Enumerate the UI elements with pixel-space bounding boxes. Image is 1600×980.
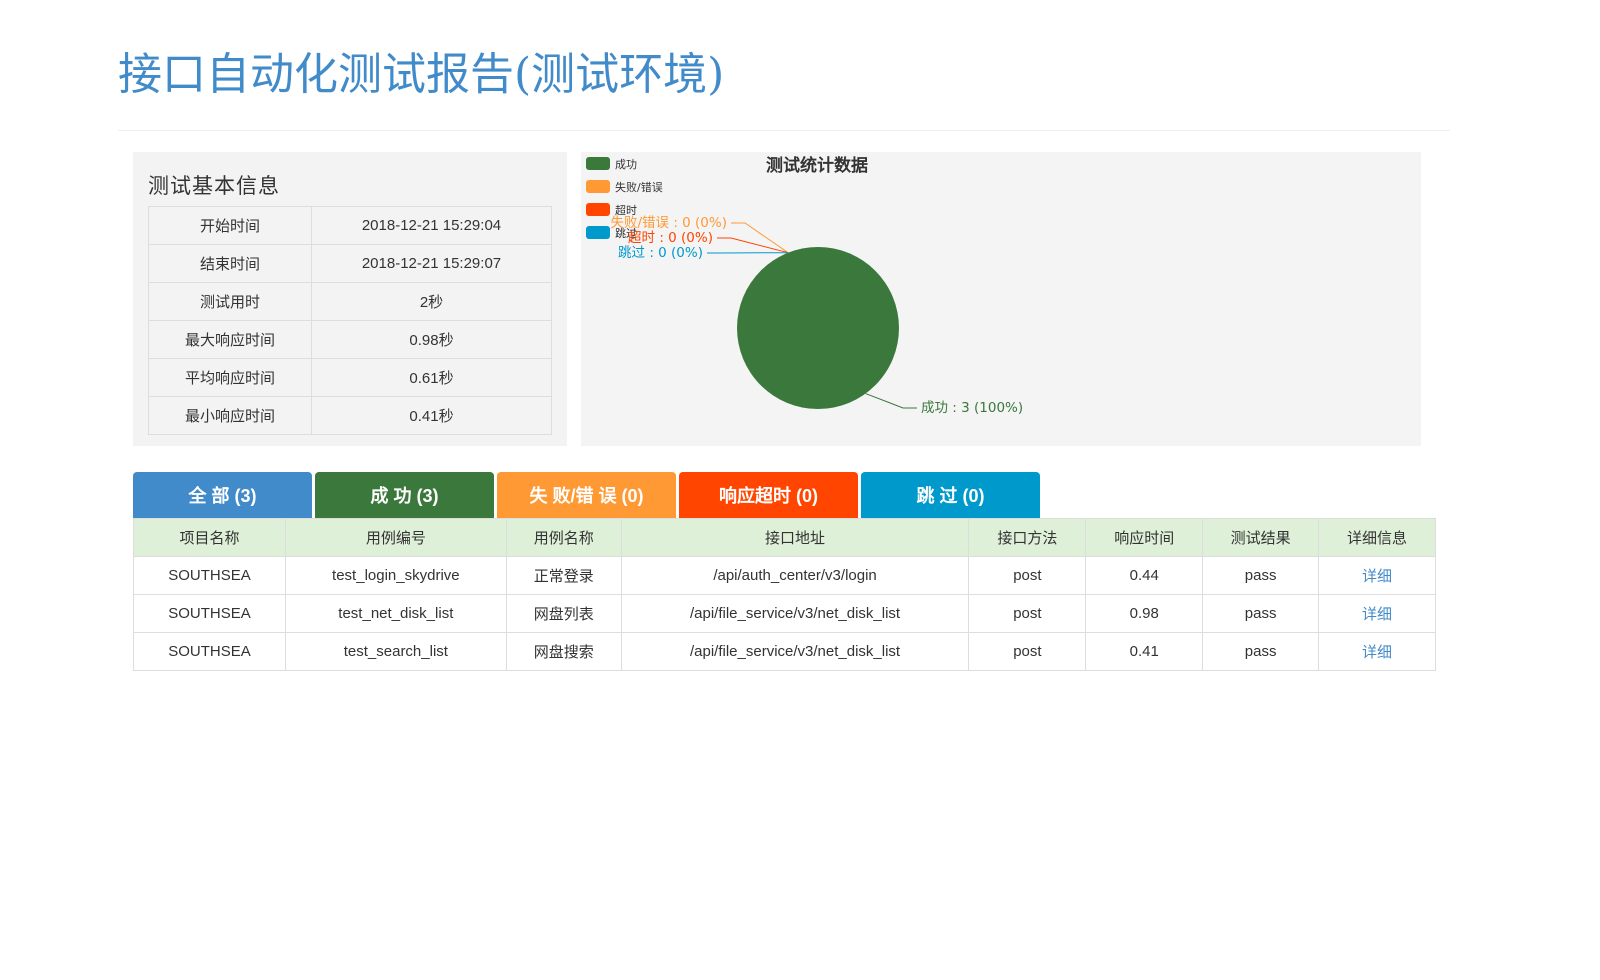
info-row: 最大响应时间 0.98秒	[148, 320, 552, 359]
info-row: 最小响应时间 0.41秒	[148, 396, 552, 435]
col-header-response-time: 响应时间	[1085, 518, 1204, 557]
details-link[interactable]: 详细	[1362, 568, 1392, 585]
col-header-case-name: 用例名称	[505, 518, 622, 557]
cell-method: post	[968, 632, 1087, 671]
cell-details: 详细	[1318, 594, 1436, 633]
info-label: 平均响应时间	[148, 358, 312, 397]
cell-method: post	[968, 556, 1087, 595]
cell-case-id: test_login_skydrive	[284, 556, 507, 595]
cell-result: pass	[1202, 594, 1320, 633]
info-value: 2秒	[311, 282, 552, 321]
title-divider	[118, 130, 1450, 131]
tab-success[interactable]: 成 功 (3)	[315, 472, 494, 518]
tab-timeout[interactable]: 响应超时 (0)	[679, 472, 858, 518]
col-header-case-id: 用例编号	[284, 518, 507, 557]
details-link[interactable]: 详细	[1362, 644, 1392, 661]
chart-title: 测试统计数据	[766, 155, 868, 176]
results-table: 项目名称 用例编号 用例名称 接口地址 接口方法 响应时间 测试结果 详细信息 …	[133, 518, 1436, 671]
legend-swatch-timeout[interactable]	[586, 203, 610, 216]
info-value: 0.98秒	[311, 320, 552, 359]
data-label-success: 成功 : 3 (100%)	[921, 400, 1023, 416]
col-header-api-url: 接口地址	[620, 518, 970, 557]
cell-result: pass	[1202, 556, 1320, 595]
cell-details: 详细	[1318, 556, 1436, 595]
info-value: 2018-12-21 15:29:04	[311, 206, 552, 245]
legend-swatch-success[interactable]	[586, 157, 610, 170]
info-value: 2018-12-21 15:29:07	[311, 244, 552, 283]
cell-case-name: 网盘搜索	[505, 632, 622, 671]
cell-project: SOUTHSEA	[133, 556, 286, 595]
col-header-method: 接口方法	[968, 518, 1087, 557]
table-row: SOUTHSEA test_search_list 网盘搜索 /api/file…	[133, 632, 1436, 671]
results-header-row: 项目名称 用例编号 用例名称 接口地址 接口方法 响应时间 测试结果 详细信息	[133, 518, 1436, 557]
cell-case-name: 网盘列表	[505, 594, 622, 633]
legend-swatch-failed[interactable]	[586, 180, 610, 193]
cell-project: SOUTHSEA	[133, 594, 286, 633]
info-label: 最小响应时间	[148, 396, 312, 435]
basic-info-panel: 测试基本信息 开始时间 2018-12-21 15:29:04 结束时间 201…	[133, 152, 567, 446]
info-label: 最大响应时间	[148, 320, 312, 359]
legend-label-failed[interactable]: 失败/错误	[615, 180, 663, 194]
basic-info-title: 测试基本信息	[148, 174, 280, 198]
pie-chart: 测试统计数据 成功失败/错误超时跳过 成功 : 3 (100%)失败/错误 : …	[586, 155, 1023, 416]
col-header-project: 项目名称	[133, 518, 286, 557]
col-header-details: 详细信息	[1318, 518, 1436, 557]
label-line-failed	[731, 222, 789, 254]
cell-api-url: /api/file_service/v3/net_disk_list	[620, 594, 970, 633]
details-link[interactable]: 详细	[1362, 606, 1392, 623]
cell-api-url: /api/auth_center/v3/login	[620, 556, 970, 595]
cell-case-id: test_search_list	[284, 632, 507, 671]
info-row: 结束时间 2018-12-21 15:29:07	[148, 244, 552, 283]
cell-response-time: 0.41	[1085, 632, 1204, 671]
info-row: 平均响应时间 0.61秒	[148, 358, 552, 397]
data-label-skipped: 跳过 : 0 (0%)	[618, 245, 703, 261]
cell-method: post	[968, 594, 1087, 633]
info-value: 0.41秒	[311, 396, 552, 435]
info-label: 开始时间	[148, 206, 312, 245]
label-line-success	[865, 393, 917, 409]
cell-case-name: 正常登录	[505, 556, 622, 595]
pie-slices	[737, 247, 899, 409]
tab-failed[interactable]: 失 败/错 误 (0)	[497, 472, 676, 518]
cell-details: 详细	[1318, 632, 1436, 671]
cell-case-id: test_net_disk_list	[284, 594, 507, 633]
info-row: 测试用时 2秒	[148, 282, 552, 321]
cell-project: SOUTHSEA	[133, 632, 286, 671]
tab-skipped[interactable]: 跳 过 (0)	[861, 472, 1040, 518]
col-header-result: 测试结果	[1202, 518, 1320, 557]
legend-swatch-skipped[interactable]	[586, 226, 610, 239]
table-row: SOUTHSEA test_login_skydrive 正常登录 /api/a…	[133, 556, 1436, 595]
cell-response-time: 0.98	[1085, 594, 1204, 633]
info-row: 开始时间 2018-12-21 15:29:04	[148, 206, 552, 245]
info-label: 结束时间	[148, 244, 312, 283]
stats-chart-panel: 测试统计数据 成功 失败/错误 超时 跳过 成功 : 3 (100%) 失败/错误 : …	[581, 152, 1421, 446]
legend-label-success[interactable]: 成功	[615, 158, 637, 171]
basic-info-table: 开始时间 2018-12-21 15:29:04 结束时间 2018-12-21…	[148, 206, 552, 435]
cell-api-url: /api/file_service/v3/net_disk_list	[620, 632, 970, 671]
cell-result: pass	[1202, 632, 1320, 671]
tab-all[interactable]: 全 部 (3)	[133, 472, 312, 518]
cell-response-time: 0.44	[1085, 556, 1204, 595]
info-label: 测试用时	[148, 282, 312, 321]
page-title: 接口自动化测试报告(测试环境)	[118, 49, 725, 100]
data-label-failed: 失败/错误 : 0 (0%)	[610, 215, 727, 231]
pie-slice-success	[737, 247, 899, 409]
data-label-timeout: 超时 : 0 (0%)	[628, 230, 713, 246]
table-row: SOUTHSEA test_net_disk_list 网盘列表 /api/fi…	[133, 594, 1436, 633]
info-value: 0.61秒	[311, 358, 552, 397]
